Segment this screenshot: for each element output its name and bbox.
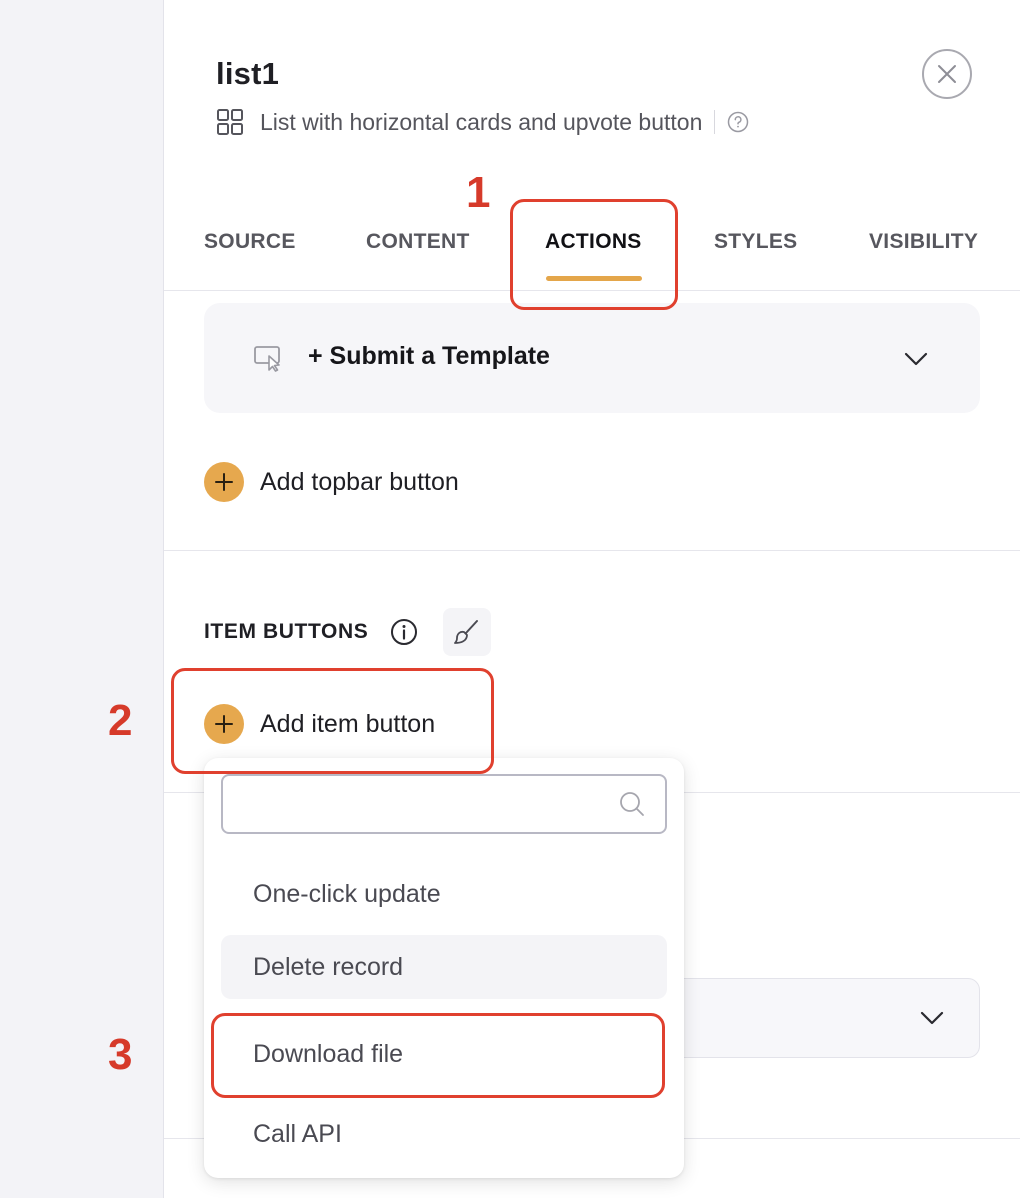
- plus-icon: [204, 704, 244, 744]
- close-button[interactable]: [922, 49, 972, 99]
- style-button[interactable]: [443, 608, 491, 656]
- active-tab-indicator: [546, 276, 642, 281]
- close-icon: [938, 65, 956, 83]
- item-buttons-heading: ITEM BUTTONS: [204, 620, 369, 643]
- menu-item-download-file[interactable]: Download file: [221, 1022, 667, 1086]
- question-circle-icon[interactable]: [727, 111, 749, 133]
- cursor-screen-icon: [254, 346, 280, 372]
- step-3-label: 3: [108, 1030, 133, 1079]
- submit-template-label: + Submit a Template: [308, 342, 550, 370]
- left-sidebar-background: [0, 0, 164, 1198]
- step-2-label: 2: [108, 696, 133, 745]
- add-topbar-button-label: Add topbar button: [260, 467, 459, 496]
- menu-item-delete-record[interactable]: Delete record: [221, 935, 667, 999]
- tab-styles[interactable]: STYLES: [714, 230, 797, 254]
- grid-icon: [217, 109, 243, 135]
- component-subtitle-row: List with horizontal cards and upvote bu…: [216, 106, 749, 138]
- add-item-button-label: Add item button: [260, 709, 436, 738]
- paintbrush-icon: [454, 620, 478, 644]
- plus-icon: [204, 462, 244, 502]
- tab-visibility[interactable]: VISIBILITY: [869, 230, 978, 254]
- add-topbar-button[interactable]: Add topbar button: [204, 462, 459, 502]
- search-icon: [620, 792, 644, 816]
- menu-item-call-api[interactable]: Call API: [221, 1102, 667, 1166]
- dropdown-search-input[interactable]: [221, 774, 667, 834]
- subtitle-divider: [714, 110, 716, 134]
- info-icon[interactable]: [390, 618, 418, 646]
- component-subtitle: List with horizontal cards and upvote bu…: [260, 108, 703, 135]
- chevron-down-icon[interactable]: [920, 1011, 944, 1025]
- step-1-label: 1: [466, 168, 491, 217]
- section-divider: [164, 550, 1020, 551]
- component-title: list1: [216, 56, 280, 91]
- chevron-down-icon[interactable]: [904, 352, 928, 366]
- tab-content[interactable]: CONTENT: [366, 230, 470, 254]
- add-item-button[interactable]: Add item button: [204, 704, 435, 744]
- tab-source[interactable]: SOURCE: [204, 230, 296, 254]
- tab-actions[interactable]: ACTIONS: [545, 230, 642, 254]
- menu-item-one-click-update[interactable]: One-click update: [221, 862, 667, 926]
